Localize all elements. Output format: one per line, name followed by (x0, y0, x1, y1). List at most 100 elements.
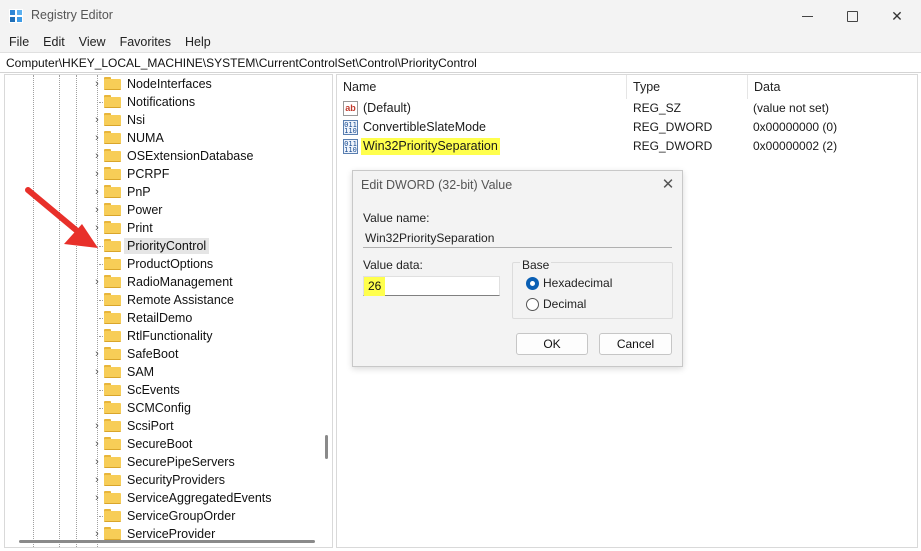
menu-view[interactable]: View (74, 35, 111, 49)
value-name[interactable]: ConvertibleSlateMode (361, 119, 488, 136)
tree-item[interactable]: › RadioManagement (5, 273, 315, 291)
chevron-right-icon[interactable]: › (91, 420, 103, 432)
tree-item-label[interactable]: RadioManagement (124, 274, 236, 290)
tree-item-label[interactable]: SecureBoot (124, 436, 195, 452)
tree-pane[interactable]: › NodeInterfaces Notifications › Nsi › NUMA › OS… (4, 74, 333, 548)
menu-favorites[interactable]: Favorites (115, 35, 176, 49)
folder-icon (104, 509, 121, 522)
value-name[interactable]: Win32PrioritySeparation (361, 138, 500, 155)
chevron-right-icon[interactable]: › (91, 114, 103, 126)
value-row[interactable]: 011 110 ConvertibleSlateMode REG_DWORD 0x000… (337, 118, 917, 137)
ok-button[interactable]: OK (516, 333, 588, 355)
chevron-right-icon[interactable]: › (91, 456, 103, 468)
chevron-right-icon[interactable]: › (91, 474, 103, 486)
tree-item[interactable]: RetailDemo (5, 309, 315, 327)
tree-item-label[interactable]: ScEvents (124, 382, 183, 398)
tree-item[interactable]: › NodeInterfaces (5, 75, 315, 93)
decimal-label[interactable]: Decimal (543, 297, 586, 311)
decimal-radio[interactable] (526, 298, 539, 311)
value-data-input[interactable]: 26 (363, 276, 500, 296)
tree-item-label[interactable]: SecurePipeServers (124, 454, 238, 470)
tree-item[interactable]: Notifications (5, 93, 315, 111)
folder-icon (104, 329, 121, 342)
cancel-button[interactable]: Cancel (599, 333, 672, 355)
value-row[interactable]: 011 110 Win32PrioritySeparation REG_DWORD 0x… (337, 137, 917, 156)
title-bar: Registry Editor ✕ (0, 0, 921, 32)
tree-item-label[interactable]: Print (124, 220, 156, 236)
tree-vertical-scrollbar[interactable] (321, 75, 332, 547)
chevron-right-icon[interactable]: › (91, 276, 103, 288)
dialog-title: Edit DWORD (32-bit) Value (361, 178, 513, 192)
menu-bar: File Edit View Favorites Help (0, 32, 921, 52)
chevron-right-icon[interactable]: › (91, 366, 103, 378)
arrow-shaft (25, 187, 79, 233)
address-bar[interactable]: Computer\HKEY_LOCAL_MACHINE\SYSTEM\Curre… (0, 52, 921, 73)
tree-item-label[interactable]: NodeInterfaces (124, 76, 215, 92)
value-name[interactable]: (Default) (361, 100, 413, 117)
chevron-right-icon[interactable]: › (91, 528, 103, 540)
tree-item[interactable]: › Nsi (5, 111, 315, 129)
column-header-name[interactable]: Name (337, 75, 627, 99)
tree-item[interactable]: › SafeBoot (5, 345, 315, 363)
tree-item-label[interactable]: PnP (124, 184, 154, 200)
tree-item-label[interactable]: NUMA (124, 130, 167, 146)
menu-edit[interactable]: Edit (38, 35, 70, 49)
tree-item-label[interactable]: PCRPF (124, 166, 172, 182)
tree-item[interactable]: › ScsiPort (5, 417, 315, 435)
tree-item[interactable]: ProductOptions (5, 255, 315, 273)
menu-help[interactable]: Help (180, 35, 216, 49)
tree-item[interactable]: › SAM (5, 363, 315, 381)
tree-item[interactable]: › PCRPF (5, 165, 315, 183)
tree-item[interactable]: Remote Assistance (5, 291, 315, 309)
tree-item-label[interactable]: SafeBoot (124, 346, 181, 362)
tree-item-label[interactable]: SAM (124, 364, 157, 380)
tree-item-label[interactable]: Remote Assistance (124, 292, 237, 308)
tree-item-label[interactable]: Nsi (124, 112, 148, 128)
tree-item[interactable]: SCMConfig (5, 399, 315, 417)
column-header-type[interactable]: Type (627, 75, 748, 99)
chevron-right-icon[interactable]: › (91, 492, 103, 504)
chevron-right-icon[interactable]: › (91, 348, 103, 360)
base-group-label: Base (520, 258, 552, 272)
chevron-right-icon[interactable]: › (91, 132, 103, 144)
minimize-button[interactable] (784, 0, 830, 32)
tree-item-label[interactable]: SCMConfig (124, 400, 194, 416)
tree-item-label[interactable]: Notifications (124, 94, 198, 110)
chevron-right-icon[interactable]: › (91, 78, 103, 90)
tree-item[interactable]: › SecureBoot (5, 435, 315, 453)
chevron-right-icon[interactable]: › (91, 438, 103, 450)
tree-item-label[interactable]: SecurityProviders (124, 472, 228, 488)
folder-icon (104, 311, 121, 324)
tree-item-label[interactable]: PriorityControl (124, 238, 210, 254)
hexadecimal-radio[interactable] (526, 277, 539, 290)
tree-item[interactable]: ScEvents (5, 381, 315, 399)
value-row[interactable]: ab (Default) REG_SZ (value not set) (337, 99, 917, 118)
dialog-close-button[interactable]: ✕ (660, 175, 676, 193)
tree-item[interactable]: › SecurePipeServers (5, 453, 315, 471)
tree-item[interactable]: › OSExtensionDatabase (5, 147, 315, 165)
menu-file[interactable]: File (4, 35, 34, 49)
chevron-right-icon[interactable]: › (91, 168, 103, 180)
folder-icon (104, 167, 121, 180)
tree-item-label[interactable]: OSExtensionDatabase (124, 148, 256, 164)
scrollbar-thumb[interactable] (325, 435, 328, 459)
tree-item-label[interactable]: RtlFunctionality (124, 328, 215, 344)
tree-item[interactable]: RtlFunctionality (5, 327, 315, 345)
tree-item[interactable]: ServiceGroupOrder (5, 507, 315, 525)
column-header-data[interactable]: Data (748, 75, 917, 99)
tree-item-label[interactable]: ScsiPort (124, 418, 177, 434)
close-button[interactable]: ✕ (874, 0, 920, 32)
tree-horizontal-scrollbar[interactable] (19, 540, 315, 543)
folder-icon (104, 437, 121, 450)
tree-item-label[interactable]: ServiceAggregatedEvents (124, 490, 275, 506)
tree-item[interactable]: › ServiceAggregatedEvents (5, 489, 315, 507)
tree-item-label[interactable]: ServiceGroupOrder (124, 508, 238, 524)
maximize-button[interactable] (829, 0, 875, 32)
tree-item[interactable]: › SecurityProviders (5, 471, 315, 489)
tree-item-label[interactable]: ProductOptions (124, 256, 216, 272)
tree-item-label[interactable]: RetailDemo (124, 310, 195, 326)
hexadecimal-label[interactable]: Hexadecimal (543, 276, 612, 290)
tree-item[interactable]: › NUMA (5, 129, 315, 147)
chevron-right-icon[interactable]: › (91, 150, 103, 162)
tree-item-label[interactable]: Power (124, 202, 165, 218)
